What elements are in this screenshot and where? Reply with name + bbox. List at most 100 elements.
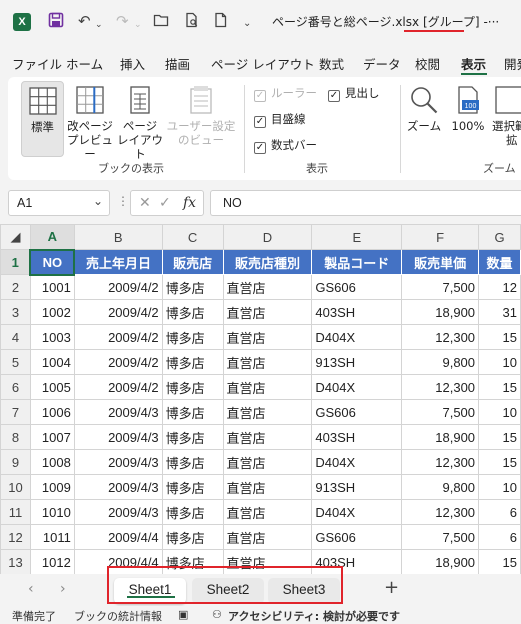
- cell-quantity[interactable]: 15: [478, 374, 521, 400]
- cell-no[interactable]: 1001: [29, 274, 75, 300]
- row-header[interactable]: 13: [0, 549, 31, 574]
- cell-store-type[interactable]: 直営店: [222, 299, 313, 325]
- cell-unit-price[interactable]: 12,300: [401, 499, 480, 525]
- cell-no[interactable]: 1007: [29, 424, 75, 450]
- cell-product-code[interactable]: D404X: [311, 324, 403, 350]
- column-header-e[interactable]: E: [311, 224, 403, 250]
- cell-quantity[interactable]: 15: [478, 424, 521, 450]
- cell-product-code[interactable]: GS606: [311, 524, 403, 550]
- cell-store-type[interactable]: 直営店: [222, 449, 313, 475]
- header-cell-no[interactable]: NO: [29, 248, 76, 276]
- macro-record-icon[interactable]: ▣: [178, 608, 188, 621]
- cell-unit-price[interactable]: 9,800: [401, 349, 480, 375]
- cell-unit-price[interactable]: 12,300: [401, 374, 480, 400]
- normal-view-button[interactable]: 標準: [21, 81, 64, 157]
- cell-no[interactable]: 1004: [29, 349, 75, 375]
- cell-store[interactable]: 博多店: [161, 524, 224, 550]
- cell-date[interactable]: 2009/4/2: [73, 299, 163, 325]
- cell-unit-price[interactable]: 18,900: [401, 549, 480, 574]
- cell-store-type[interactable]: 直営店: [222, 474, 313, 500]
- cell-store-type[interactable]: 直営店: [222, 499, 313, 525]
- print-preview-icon[interactable]: [184, 12, 200, 32]
- cell-no[interactable]: 1002: [29, 299, 75, 325]
- tab-file[interactable]: ファイル: [12, 54, 62, 73]
- cell-store[interactable]: 博多店: [161, 424, 224, 450]
- zoom-to-selection-button[interactable]: 選択範 拡: [492, 85, 521, 147]
- cell-store[interactable]: 博多店: [161, 449, 224, 475]
- column-header-b[interactable]: B: [73, 224, 163, 250]
- cell-product-code[interactable]: 913SH: [311, 474, 403, 500]
- row-header[interactable]: 11: [0, 499, 31, 525]
- cell-no[interactable]: 1009: [29, 474, 75, 500]
- cell-unit-price[interactable]: 12,300: [401, 449, 480, 475]
- cell-unit-price[interactable]: 18,900: [401, 424, 480, 450]
- new-file-icon[interactable]: [213, 12, 229, 32]
- cell-store-type[interactable]: 直営店: [222, 349, 313, 375]
- tab-home[interactable]: ホーム: [66, 54, 103, 73]
- row-header[interactable]: 5: [0, 349, 31, 375]
- cell-date[interactable]: 2009/4/2: [73, 374, 163, 400]
- column-header-c[interactable]: C: [161, 224, 224, 250]
- tab-page-layout[interactable]: ページ レイアウト: [211, 54, 315, 73]
- cell-store-type[interactable]: 直営店: [222, 274, 313, 300]
- cell-store[interactable]: 博多店: [161, 299, 224, 325]
- cell-date[interactable]: 2009/4/3: [73, 399, 163, 425]
- cell-product-code[interactable]: D404X: [311, 374, 403, 400]
- cell-store-type[interactable]: 直営店: [222, 524, 313, 550]
- row-header[interactable]: 10: [0, 474, 31, 500]
- cell-date[interactable]: 2009/4/3: [73, 424, 163, 450]
- column-header-f[interactable]: F: [401, 224, 480, 250]
- cell-quantity[interactable]: 6: [478, 524, 521, 550]
- cell-no[interactable]: 1006: [29, 399, 75, 425]
- header-cell-quantity[interactable]: 数量: [478, 249, 521, 275]
- cell-unit-price[interactable]: 12,300: [401, 324, 480, 350]
- row-header[interactable]: 1: [0, 249, 31, 275]
- tab-formulas[interactable]: 数式: [319, 54, 344, 73]
- next-sheet-icon[interactable]: ›: [60, 581, 66, 597]
- cell-quantity[interactable]: 10: [478, 474, 521, 500]
- prev-sheet-icon[interactable]: ‹: [28, 581, 34, 597]
- column-header-a[interactable]: A: [29, 224, 75, 250]
- cell-store-type[interactable]: 直営店: [222, 324, 313, 350]
- cell-store[interactable]: 博多店: [161, 474, 224, 500]
- status-accessibility[interactable]: アクセシビリティ: 検討が必要です: [228, 608, 400, 624]
- name-box[interactable]: A1 ⌄: [8, 190, 110, 216]
- cell-quantity[interactable]: 15: [478, 324, 521, 350]
- cell-no[interactable]: 1010: [29, 499, 75, 525]
- cell-store-type[interactable]: 直営店: [222, 399, 313, 425]
- cell-unit-price[interactable]: 7,500: [401, 399, 480, 425]
- cell-store[interactable]: 博多店: [161, 374, 224, 400]
- cell-store-type[interactable]: 直営店: [222, 424, 313, 450]
- formula-input[interactable]: NO: [210, 190, 521, 216]
- row-header[interactable]: 9: [0, 449, 31, 475]
- cell-quantity[interactable]: 12: [478, 274, 521, 300]
- cell-product-code[interactable]: 403SH: [311, 424, 403, 450]
- row-header[interactable]: 3: [0, 299, 31, 325]
- header-cell-unit-price[interactable]: 販売単価: [401, 249, 480, 275]
- cell-product-code[interactable]: 403SH: [311, 299, 403, 325]
- tab-view[interactable]: 表示: [461, 54, 486, 73]
- row-header[interactable]: 8: [0, 424, 31, 450]
- cell-store[interactable]: 博多店: [161, 499, 224, 525]
- column-header-d[interactable]: D: [222, 224, 313, 250]
- row-header[interactable]: 2: [0, 274, 31, 300]
- cell-store[interactable]: 博多店: [161, 274, 224, 300]
- tab-review[interactable]: 校閲: [415, 54, 440, 73]
- cell-no[interactable]: 1003: [29, 324, 75, 350]
- cell-quantity[interactable]: 10: [478, 349, 521, 375]
- cell-store[interactable]: 博多店: [161, 399, 224, 425]
- cell-product-code[interactable]: D404X: [311, 499, 403, 525]
- cell-product-code[interactable]: GS606: [311, 274, 403, 300]
- open-folder-icon[interactable]: [153, 12, 169, 32]
- cell-product-code[interactable]: 913SH: [311, 349, 403, 375]
- cell-date[interactable]: 2009/4/4: [73, 524, 163, 550]
- customize-quick-access-icon[interactable]: ⌄: [243, 15, 251, 33]
- cell-date[interactable]: 2009/4/3: [73, 449, 163, 475]
- select-all-corner[interactable]: ◢: [0, 224, 31, 250]
- cell-no[interactable]: 1005: [29, 374, 75, 400]
- row-header[interactable]: 4: [0, 324, 31, 350]
- cell-date[interactable]: 2009/4/3: [73, 499, 163, 525]
- gridlines-checkbox[interactable]: ✓ 目盛線: [254, 111, 306, 128]
- row-header[interactable]: 7: [0, 399, 31, 425]
- undo-dropdown-icon[interactable]: ⌄: [95, 16, 103, 34]
